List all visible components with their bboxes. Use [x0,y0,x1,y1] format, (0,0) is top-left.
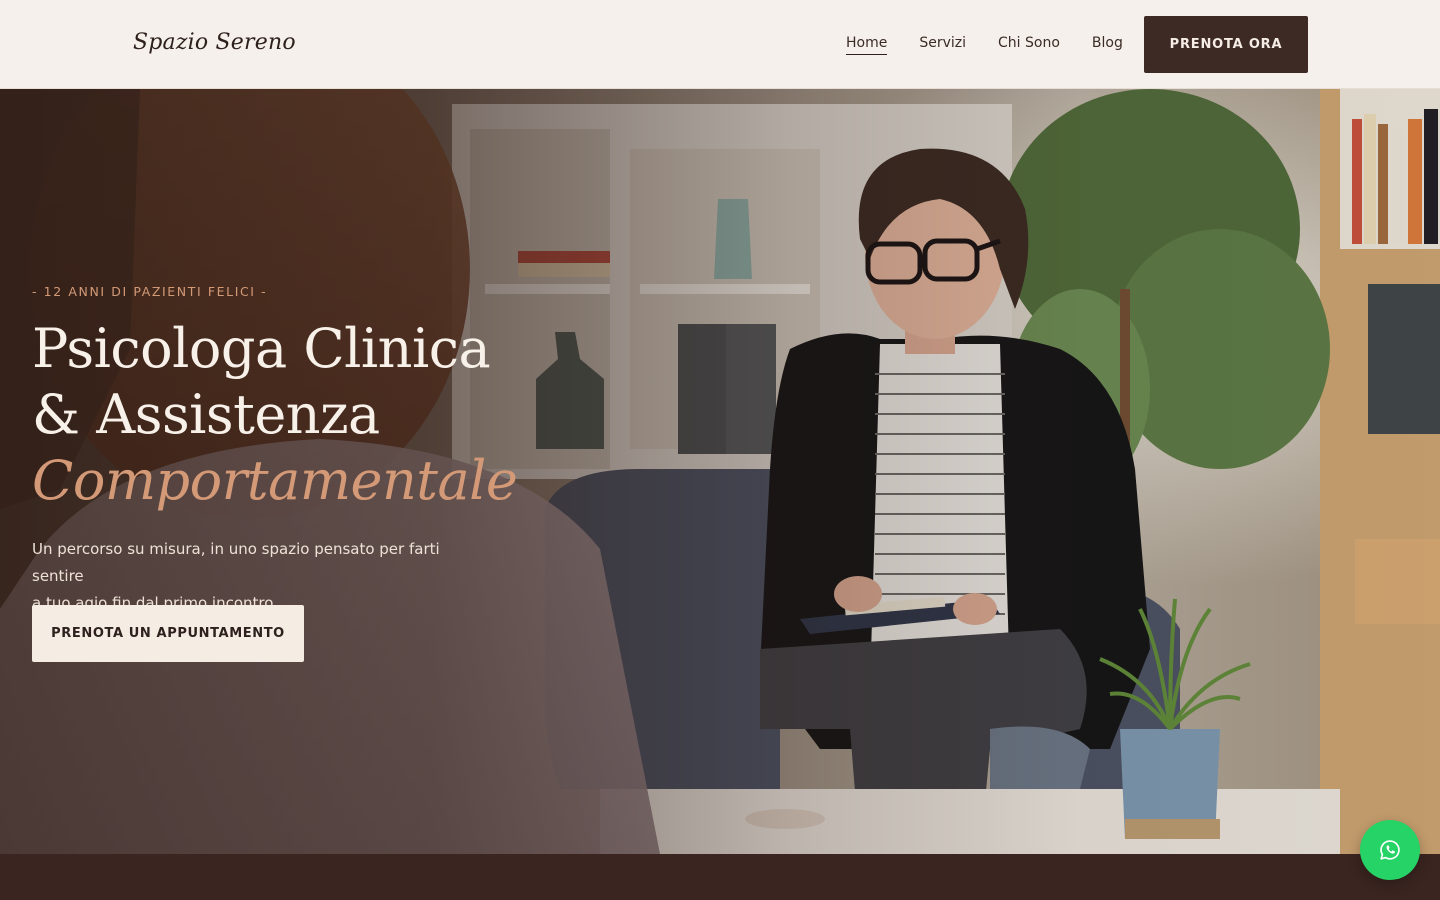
nav-item-chi-sono[interactable]: Chi Sono [998,33,1060,55]
main-nav: Home Servizi Chi Sono Blog [846,33,1123,55]
nav-item-servizi[interactable]: Servizi [919,33,966,55]
hero-title-line2: & Assistenza [32,383,380,446]
book-appointment-button[interactable]: PRENOTA UN APPUNTAMENTO [32,605,304,662]
book-now-button[interactable]: PRENOTA ORA [1144,16,1308,73]
hero-subtitle-line1: Un percorso su misura, in uno spazio pen… [32,540,440,585]
next-section-band [0,854,1440,900]
brand-logo[interactable]: Spazio Sereno [133,30,296,55]
whatsapp-chat-button[interactable] [1360,820,1420,880]
whatsapp-icon [1380,840,1400,860]
hero-eyebrow: - 12 ANNI DI PAZIENTI FELICI - [32,284,268,299]
site-header: Spazio Sereno Home Servizi Chi Sono Blog… [0,0,1440,89]
hero-title-accent: Comportamentale [32,449,518,512]
nav-item-blog[interactable]: Blog [1092,33,1123,55]
hero-title-line1: Psicologa Clinica [32,317,491,380]
hero-title: Psicologa Clinica & Assistenza Comportam… [32,316,518,514]
nav-item-home[interactable]: Home [846,33,888,55]
hero-section: - 12 ANNI DI PAZIENTI FELICI - Psicologa… [0,89,1440,854]
